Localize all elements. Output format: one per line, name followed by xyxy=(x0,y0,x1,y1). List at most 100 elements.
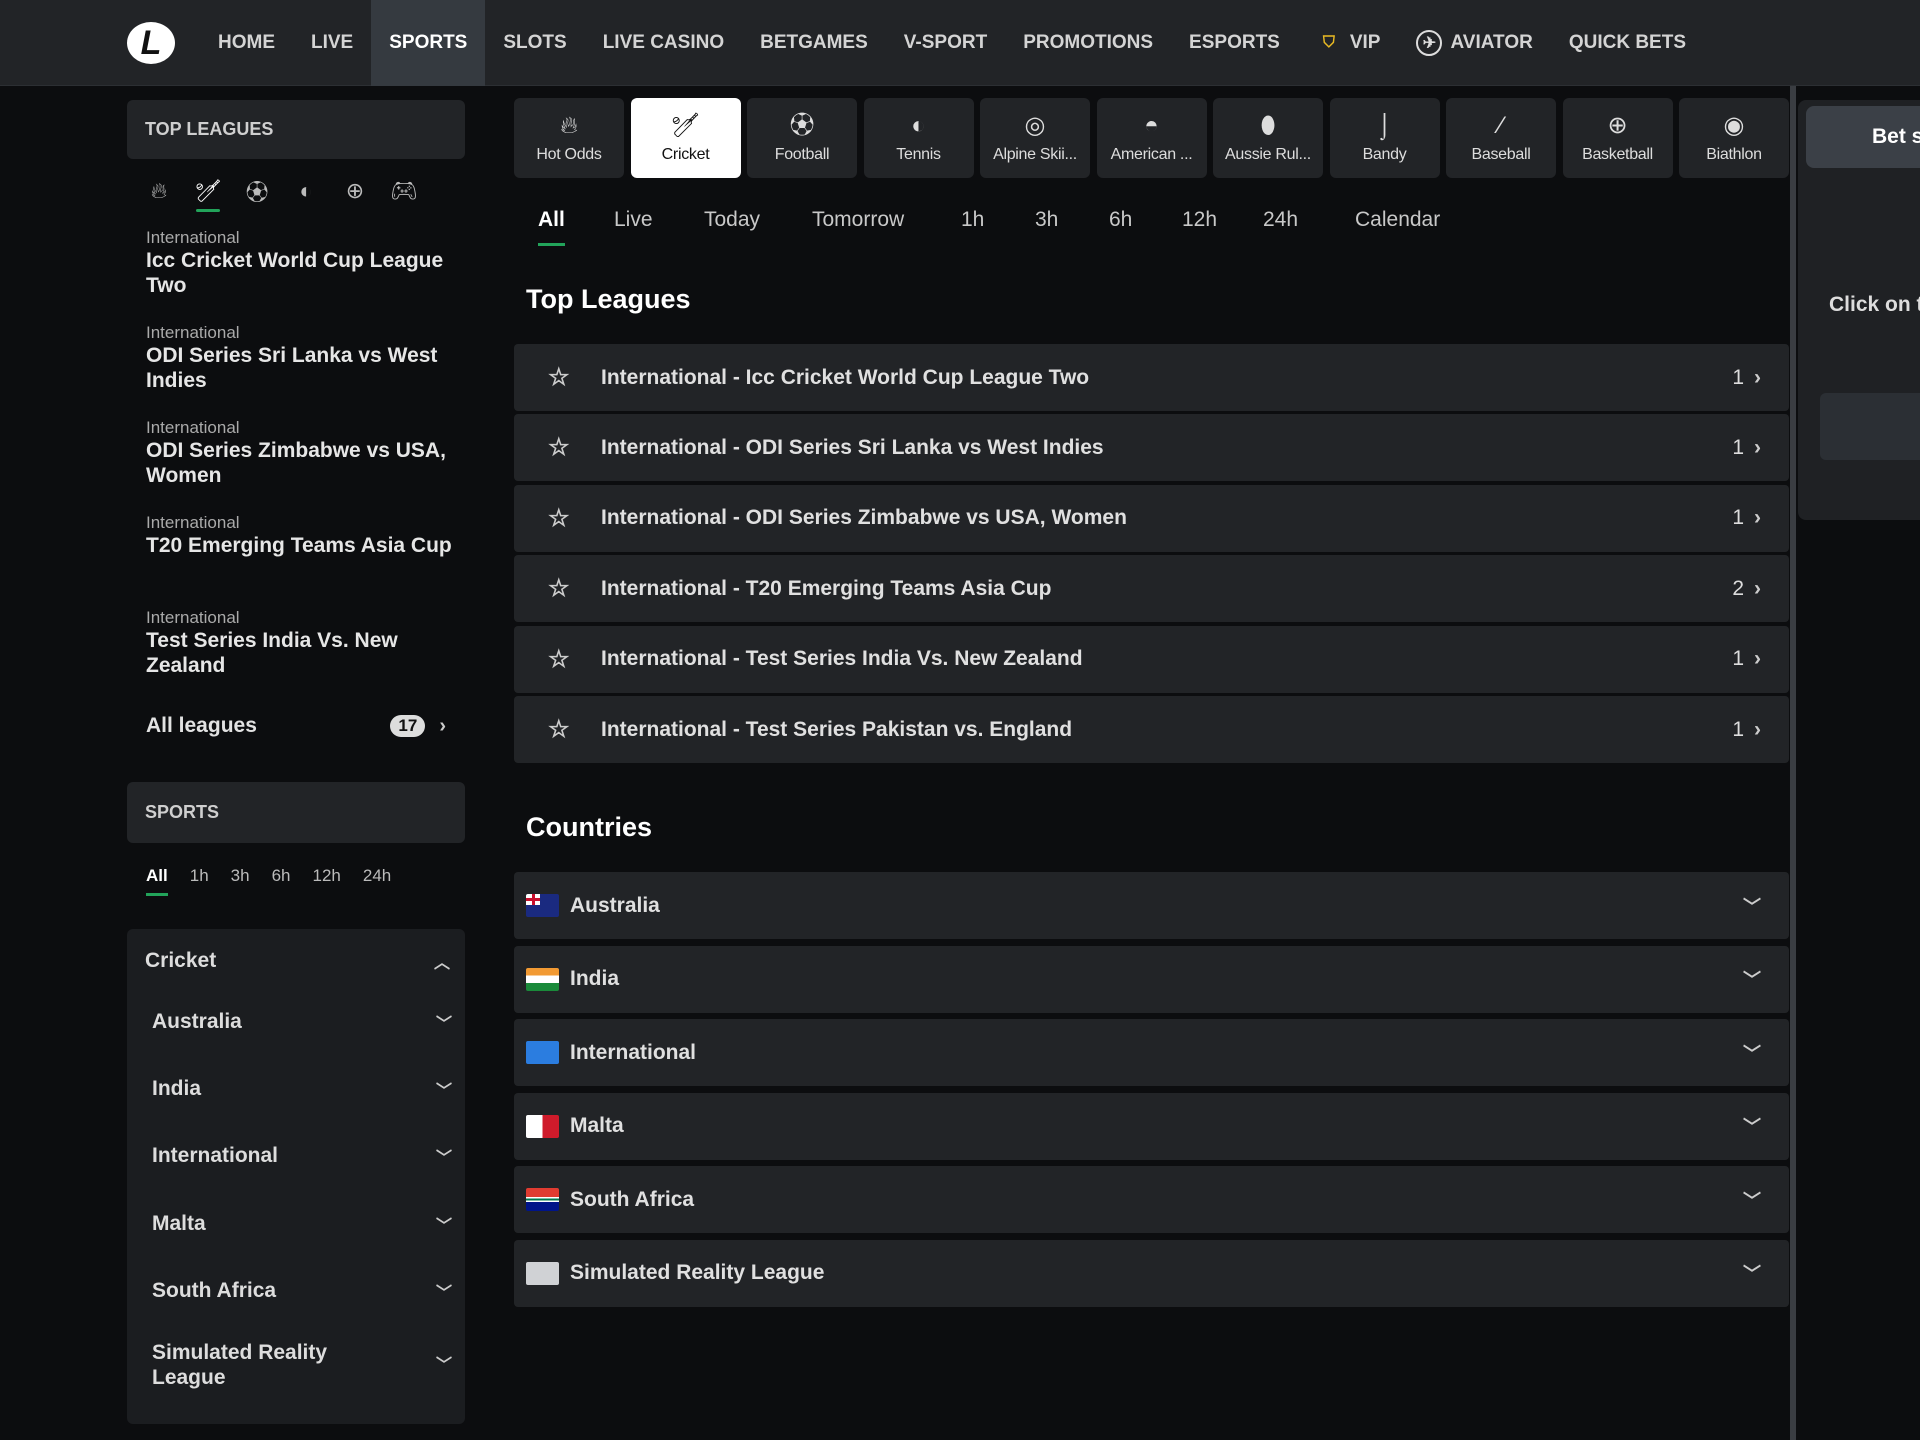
sport-tile-tennis[interactable]: ◐ Tennis xyxy=(863,98,974,178)
nav-label: VIP xyxy=(1349,32,1381,53)
top-league-row[interactable]: ☆ International - Test Series Pakistan vs… xyxy=(514,696,1789,763)
sidebar-league-item[interactable]: International Icc Cricket World Cup Leagu… xyxy=(146,228,456,298)
baseball-bat-icon: ⁄ xyxy=(1498,112,1503,139)
star-icon[interactable]: ☆ xyxy=(548,504,574,533)
country-row[interactable]: Simulated Reality League ﹀ xyxy=(514,1239,1789,1307)
league-name: International - Test Series Pakistan vs.… xyxy=(601,717,1073,741)
cricket-icon[interactable]: 🏏︎ xyxy=(194,174,222,212)
cricket-country-item[interactable]: Australia ﹀ xyxy=(152,1010,452,1034)
sport-tile-bandy[interactable]: ⌡ Bandy xyxy=(1329,98,1440,178)
time-filter-24h[interactable]: 24h xyxy=(363,866,391,886)
nav-esports[interactable]: ESPORTS xyxy=(1171,0,1298,86)
time-filter-3h[interactable]: 3h xyxy=(231,866,250,886)
sport-tile-alpine-skii[interactable]: ◎ Alpine Skii... xyxy=(980,98,1090,178)
country-name: South Africa xyxy=(570,1187,695,1211)
nav-v-sport[interactable]: V-SPORT xyxy=(886,0,1005,86)
sidebar-league-item[interactable]: International ODI Series Zimbabwe vs USA,… xyxy=(146,418,456,488)
country-row[interactable]: Australia ﹀ xyxy=(514,872,1789,939)
betslip-action-button[interactable] xyxy=(1820,393,1920,460)
cricket-country-item[interactable]: South Africa ﹀ xyxy=(152,1279,452,1303)
sidebar-league-item[interactable]: International ODI Series Sri Lanka vs Wes… xyxy=(146,323,456,393)
logo[interactable]: L xyxy=(127,22,175,64)
nav-quick-bets[interactable]: QUICK BETS xyxy=(1551,0,1704,86)
time-filter-6h[interactable]: 6h xyxy=(272,866,291,886)
star-icon[interactable]: ☆ xyxy=(548,574,574,603)
nav-slots[interactable]: SLOTS xyxy=(485,0,584,86)
football-icon[interactable]: ⚽︎ xyxy=(243,174,271,208)
sport-tile-football[interactable]: ⚽︎ Football xyxy=(747,98,857,178)
league-name: International - ODI Series Sri Lanka vs … xyxy=(601,435,1104,459)
nav-label: HOME xyxy=(218,32,275,53)
tab-24h[interactable]: 24h xyxy=(1263,208,1298,232)
sport-tile-baseball[interactable]: ⁄ Baseball xyxy=(1446,98,1556,178)
australia-flag-icon xyxy=(526,894,559,917)
time-filter-1h[interactable]: 1h xyxy=(190,866,209,886)
tab-calendar[interactable]: Calendar xyxy=(1355,208,1440,232)
tab-all[interactable]: All xyxy=(538,208,565,246)
event-count: 1 xyxy=(1732,647,1744,671)
sport-tile-hot-odds[interactable]: 🔥︎ Hot Odds xyxy=(514,98,624,178)
top-league-row[interactable]: ☆ International - T20 Emerging Teams Asia… xyxy=(514,555,1789,623)
cricket-country-item[interactable]: International ﹀ xyxy=(152,1144,452,1168)
cricket-header[interactable]: Cricket ︿ xyxy=(145,949,450,973)
betslip-button[interactable]: Bet s xyxy=(1806,106,1920,168)
cricket-title: Cricket xyxy=(145,949,217,972)
country-row[interactable]: International ﹀ xyxy=(514,1019,1789,1086)
country-row[interactable]: Malta ﹀ xyxy=(514,1092,1789,1160)
tab-12h[interactable]: 12h xyxy=(1182,208,1217,232)
star-icon[interactable]: ☆ xyxy=(548,645,574,674)
scrollbar[interactable] xyxy=(1790,86,1796,1440)
top-league-row[interactable]: ☆ International - Icc Cricket World Cup L… xyxy=(514,344,1789,411)
target-icon: ◉ xyxy=(1723,112,1745,139)
chevron-down-icon: ﹀ xyxy=(435,1016,452,1033)
tab-tomorrow[interactable]: Tomorrow xyxy=(812,208,904,232)
sport-tile-label: Football xyxy=(774,146,830,163)
nav-home[interactable]: HOME xyxy=(200,0,293,86)
star-icon[interactable]: ☆ xyxy=(548,433,574,462)
nav-live-casino[interactable]: LIVE CASINO xyxy=(585,0,742,86)
sport-tile-basketball[interactable]: ⊕ Basketball xyxy=(1562,98,1673,178)
sport-tile-label: Bandy xyxy=(1362,146,1407,163)
time-filter-all[interactable]: All xyxy=(146,866,168,896)
nav-aviator[interactable]: ✈ AVIATOR xyxy=(1398,0,1550,86)
cricket-country-item[interactable]: India ﹀ xyxy=(152,1077,452,1101)
top-league-row[interactable]: ☆ International - Test Series India Vs. N… xyxy=(514,625,1789,693)
tennis-icon[interactable]: ◐ xyxy=(292,174,320,208)
country-row[interactable]: South Africa ﹀ xyxy=(514,1166,1789,1233)
sidebar-league-item[interactable]: International T20 Emerging Teams Asia Cup xyxy=(146,513,456,558)
sport-tile-label: Basketball xyxy=(1582,146,1653,163)
cricket-country-item[interactable]: Malta ﹀ xyxy=(152,1212,452,1236)
country-row[interactable]: India ﹀ xyxy=(514,945,1789,1013)
nav-vip[interactable]: ⛉ VIP xyxy=(1298,0,1399,86)
basketball-icon[interactable]: ⊕ xyxy=(341,174,369,208)
nav-label: LIVE CASINO xyxy=(602,32,725,53)
tab-live[interactable]: Live xyxy=(614,208,653,232)
nav-promotions[interactable]: PROMOTIONS xyxy=(1005,0,1171,86)
nav-label: SLOTS xyxy=(503,32,567,53)
gamepad-icon[interactable]: 🎮︎ xyxy=(390,174,418,208)
top-league-row[interactable]: ☆ International - ODI Series Sri Lanka vs… xyxy=(514,414,1789,482)
sport-tile-label: Biathlon xyxy=(1706,146,1762,163)
nav-sports[interactable]: SPORTS xyxy=(371,0,486,86)
tab-1h[interactable]: 1h xyxy=(961,208,984,232)
nav-live[interactable]: LIVE xyxy=(293,0,371,86)
star-icon[interactable]: ☆ xyxy=(548,715,574,744)
vip-shield-icon: ⛉ xyxy=(1322,34,1335,51)
star-icon[interactable]: ☆ xyxy=(548,363,574,392)
tab-today[interactable]: Today xyxy=(704,208,760,232)
top-league-row[interactable]: ☆ International - ODI Series Zimbabwe vs … xyxy=(514,484,1789,552)
sport-tile-cricket[interactable]: 🏏︎ Cricket xyxy=(630,98,741,178)
tab-3h[interactable]: 3h xyxy=(1035,208,1058,232)
sport-tile-biathlon[interactable]: ◉ Biathlon xyxy=(1679,98,1789,178)
sport-tile-american[interactable]: ◓ American ... xyxy=(1096,98,1207,178)
tab-6h[interactable]: 6h xyxy=(1109,208,1132,232)
sport-tile-aussie-rul[interactable]: ⬮ Aussie Rul... xyxy=(1213,98,1323,178)
cricket-country-item[interactable]: Simulated Reality League ﹀ xyxy=(152,1340,452,1390)
all-leagues-link[interactable]: All leagues 17 › xyxy=(146,710,446,742)
nav-betgames[interactable]: BETGAMES xyxy=(742,0,886,86)
chevron-right-icon: › xyxy=(439,714,446,737)
league-category: International xyxy=(146,513,240,532)
time-filter-12h[interactable]: 12h xyxy=(313,866,341,886)
sidebar-league-item[interactable]: International Test Series India Vs. New Z… xyxy=(146,608,456,678)
fire-icon[interactable]: 🔥︎ xyxy=(145,174,173,208)
